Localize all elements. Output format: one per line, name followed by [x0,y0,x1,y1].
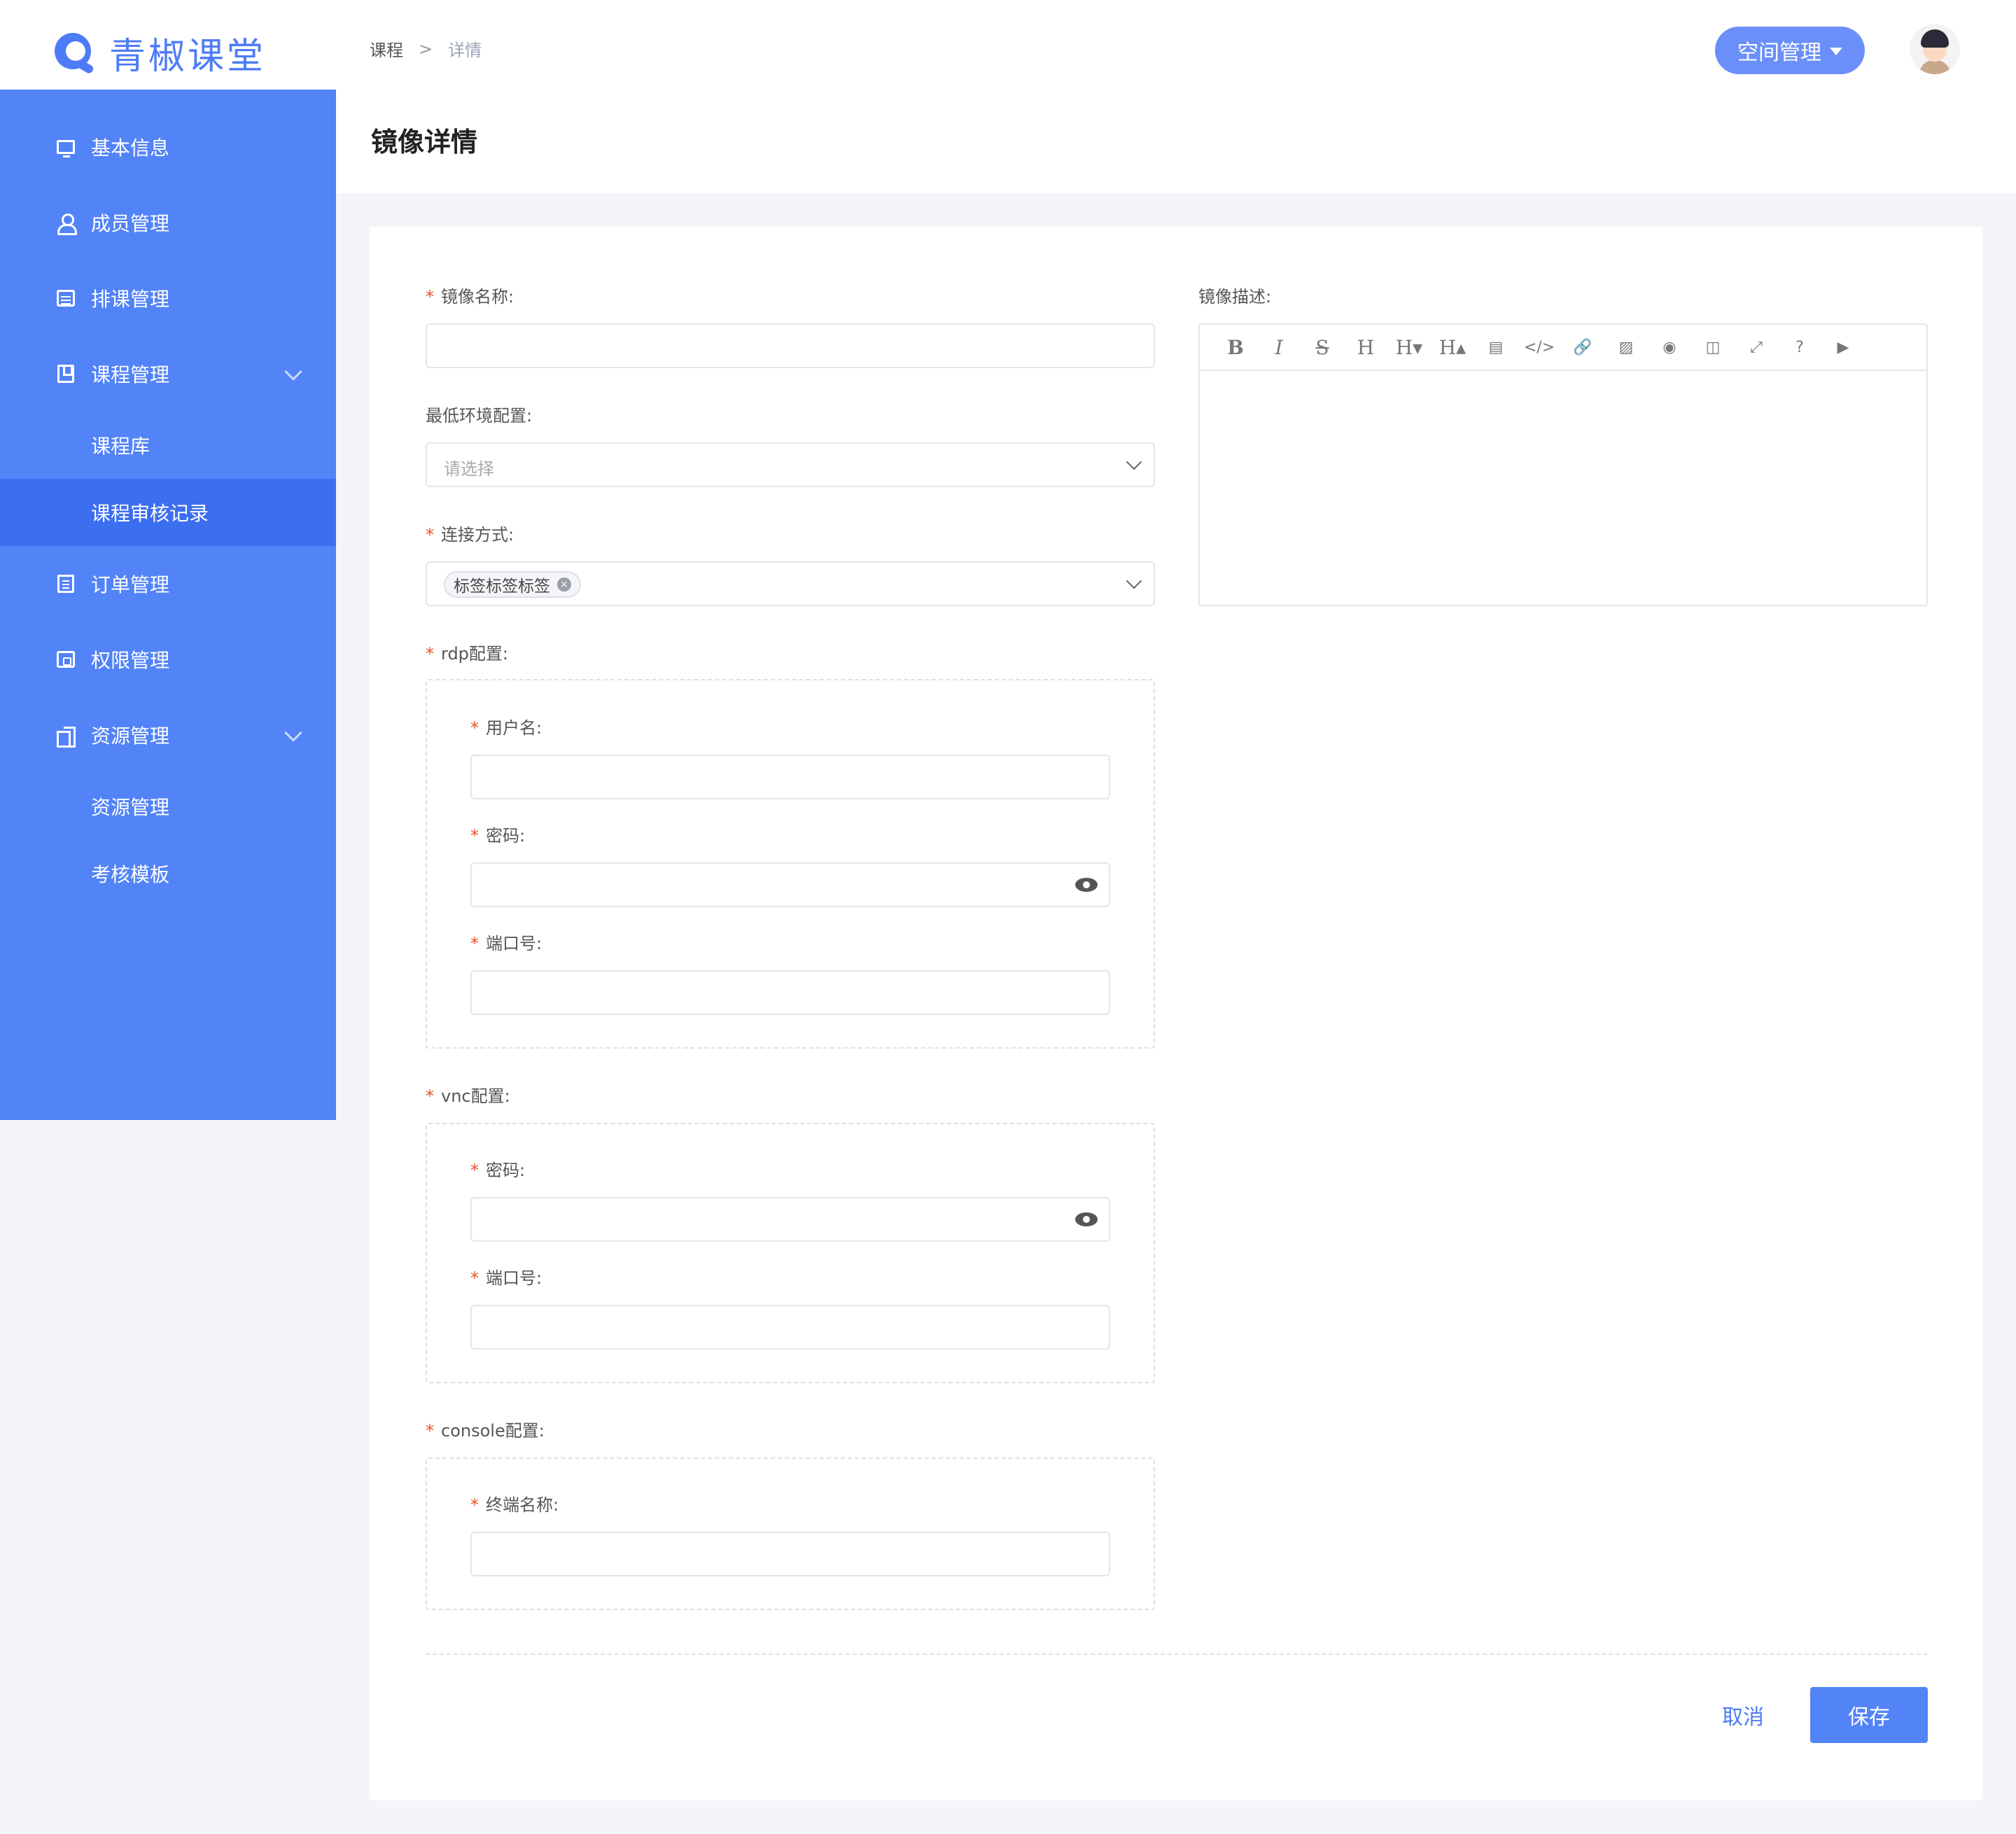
heading-smaller-icon[interactable]: H▾ [1387,333,1431,361]
sidebar-item-label: 资源管理 [91,724,170,748]
sidebar-item-permissions[interactable]: 权限管理 [0,626,336,693]
breadcrumb-separator: > [419,38,433,59]
image-name-input[interactable] [426,323,1155,368]
strikethrough-icon[interactable]: S [1301,333,1344,361]
sidebar-item-basic-info[interactable]: 基本信息 [0,113,336,181]
vnc-password-label: * 密码: [470,1161,526,1180]
min-env-select[interactable]: 请选择 [426,442,1155,487]
rdp-username-label: * 用户名: [470,718,542,738]
avatar[interactable] [1910,24,1960,74]
heading-bigger-icon[interactable]: H▴ [1431,333,1474,361]
save-button[interactable]: 保存 [1810,1687,1928,1743]
rdp-password-label: * 密码: [470,826,526,846]
connect-method-select[interactable]: 标签标签标签 × [426,561,1155,606]
vnc-config-label: * vnc配置: [426,1086,510,1106]
list-icon [56,574,76,594]
vnc-port-label: * 端口号: [470,1268,542,1288]
sidebar-item-members[interactable]: 成员管理 [0,189,336,256]
help-icon[interactable]: ? [1778,333,1821,361]
markdown-editor[interactable]: B I S H H▾ H▴ ▤ </> 🔗 ▨ ◉ ◫ ⤢ ? ▶ [1198,323,1928,606]
sidebar-item-label: 课程管理 [91,363,170,386]
monitor-icon [56,137,76,158]
image-desc-label: 镜像描述: [1198,287,1272,307]
sidebar-item-label: 考核模板 [91,863,170,886]
title-bar: 镜像详情 [336,90,2016,193]
sidebar-item-orders[interactable]: 订单管理 [0,550,336,617]
book-icon [56,364,76,384]
sidebar-item-label: 成员管理 [91,212,170,235]
breadcrumb-course[interactable]: 课程 [370,36,403,61]
space-management-button[interactable]: 空间管理 [1715,27,1865,74]
eye-icon[interactable] [1075,1212,1098,1228]
cancel-button[interactable]: 取消 [1694,1687,1792,1743]
sidebar-item-label: 权限管理 [91,649,170,672]
rdp-port-input[interactable] [470,970,1110,1015]
sidebar-item-label: 课程库 [91,435,150,458]
link-icon[interactable]: 🔗 [1561,333,1604,361]
console-terminal-label: * 终端名称: [470,1495,559,1515]
chevron-down-icon [1126,454,1142,470]
sidebar-subitem-course-library[interactable]: 课程库 [0,412,336,479]
connect-method-tag: 标签标签标签 × [444,571,581,598]
chevron-down-icon [1126,573,1142,589]
logo[interactable]: 青椒课堂 [55,27,266,79]
breadcrumb: 课程 > 详情 [370,36,482,61]
video-icon[interactable]: ▶ [1821,333,1865,361]
rdp-username-input[interactable] [470,755,1110,799]
vnc-port-input[interactable] [470,1305,1110,1350]
sidebar-item-label: 订单管理 [91,573,170,596]
sidebar-item-label: 课程审核记录 [91,502,209,525]
sidebar-item-label: 资源管理 [91,796,170,819]
top-header: 青椒课堂 课程 > 详情 空间管理 [0,0,2016,90]
fullscreen-icon[interactable]: ⤢ [1735,333,1778,361]
side-by-side-icon[interactable]: ◫ [1691,333,1735,361]
page-title: 镜像详情 [371,127,478,158]
rdp-password-input[interactable] [470,862,1110,907]
image-name-label: * 镜像名称: [426,287,514,307]
resource-icon [56,725,76,748]
caret-down-icon [1830,47,1842,55]
chevron-down-icon [284,724,302,742]
bold-icon[interactable]: B [1214,333,1257,361]
connect-method-label: * 连接方式: [426,525,514,545]
key-icon [56,650,76,669]
sidebar-item-resources[interactable]: 资源管理 [0,701,336,769]
form-divider [426,1653,1928,1655]
calendar-icon [56,288,76,308]
heading-icon[interactable]: H [1344,333,1387,361]
italic-icon[interactable]: I [1257,333,1301,361]
close-icon[interactable]: × [557,578,571,592]
sidebar-item-course-management[interactable]: 课程管理 [0,340,336,407]
logo-icon [55,32,95,75]
tag-label: 标签标签标签 [454,578,550,596]
sidebar-item-schedule[interactable]: 排课管理 [0,265,336,332]
image-icon[interactable]: ▨ [1604,333,1648,361]
console-config-label: * console配置: [426,1421,545,1441]
console-terminal-input[interactable] [470,1532,1110,1576]
eye-icon[interactable] [1075,878,1098,893]
min-env-label: 最低环境配置: [426,406,533,426]
code-icon[interactable]: </> [1518,333,1561,361]
sidebar-item-label: 基本信息 [91,136,170,160]
sidebar-subitem-assessment-template[interactable]: 考核模板 [0,840,336,907]
quote-icon[interactable]: ▤ [1474,333,1518,361]
sidebar-subitem-resource-management[interactable]: 资源管理 [0,773,336,840]
vnc-password-input[interactable] [470,1197,1110,1242]
rdp-port-label: * 端口号: [470,934,542,953]
min-env-placeholder: 请选择 [444,459,494,479]
rdp-config-label: * rdp配置: [426,644,508,664]
breadcrumb-detail: 详情 [448,41,482,60]
preview-icon[interactable]: ◉ [1648,333,1691,361]
user-icon [56,213,77,235]
space-management-label: 空间管理 [1737,41,1821,65]
editor-toolbar: B I S H H▾ H▴ ▤ </> 🔗 ▨ ◉ ◫ ⤢ ? ▶ [1200,325,1926,371]
sidebar: 基本信息 成员管理 排课管理 课程管理 课程库 课程审核记录 订单管理 权限管理… [0,90,336,1120]
logo-text: 青椒课堂 [109,36,267,78]
sidebar-subitem-course-review[interactable]: 课程审核记录 [0,479,336,546]
sidebar-item-label: 排课管理 [91,288,170,311]
chevron-down-icon [284,363,302,381]
